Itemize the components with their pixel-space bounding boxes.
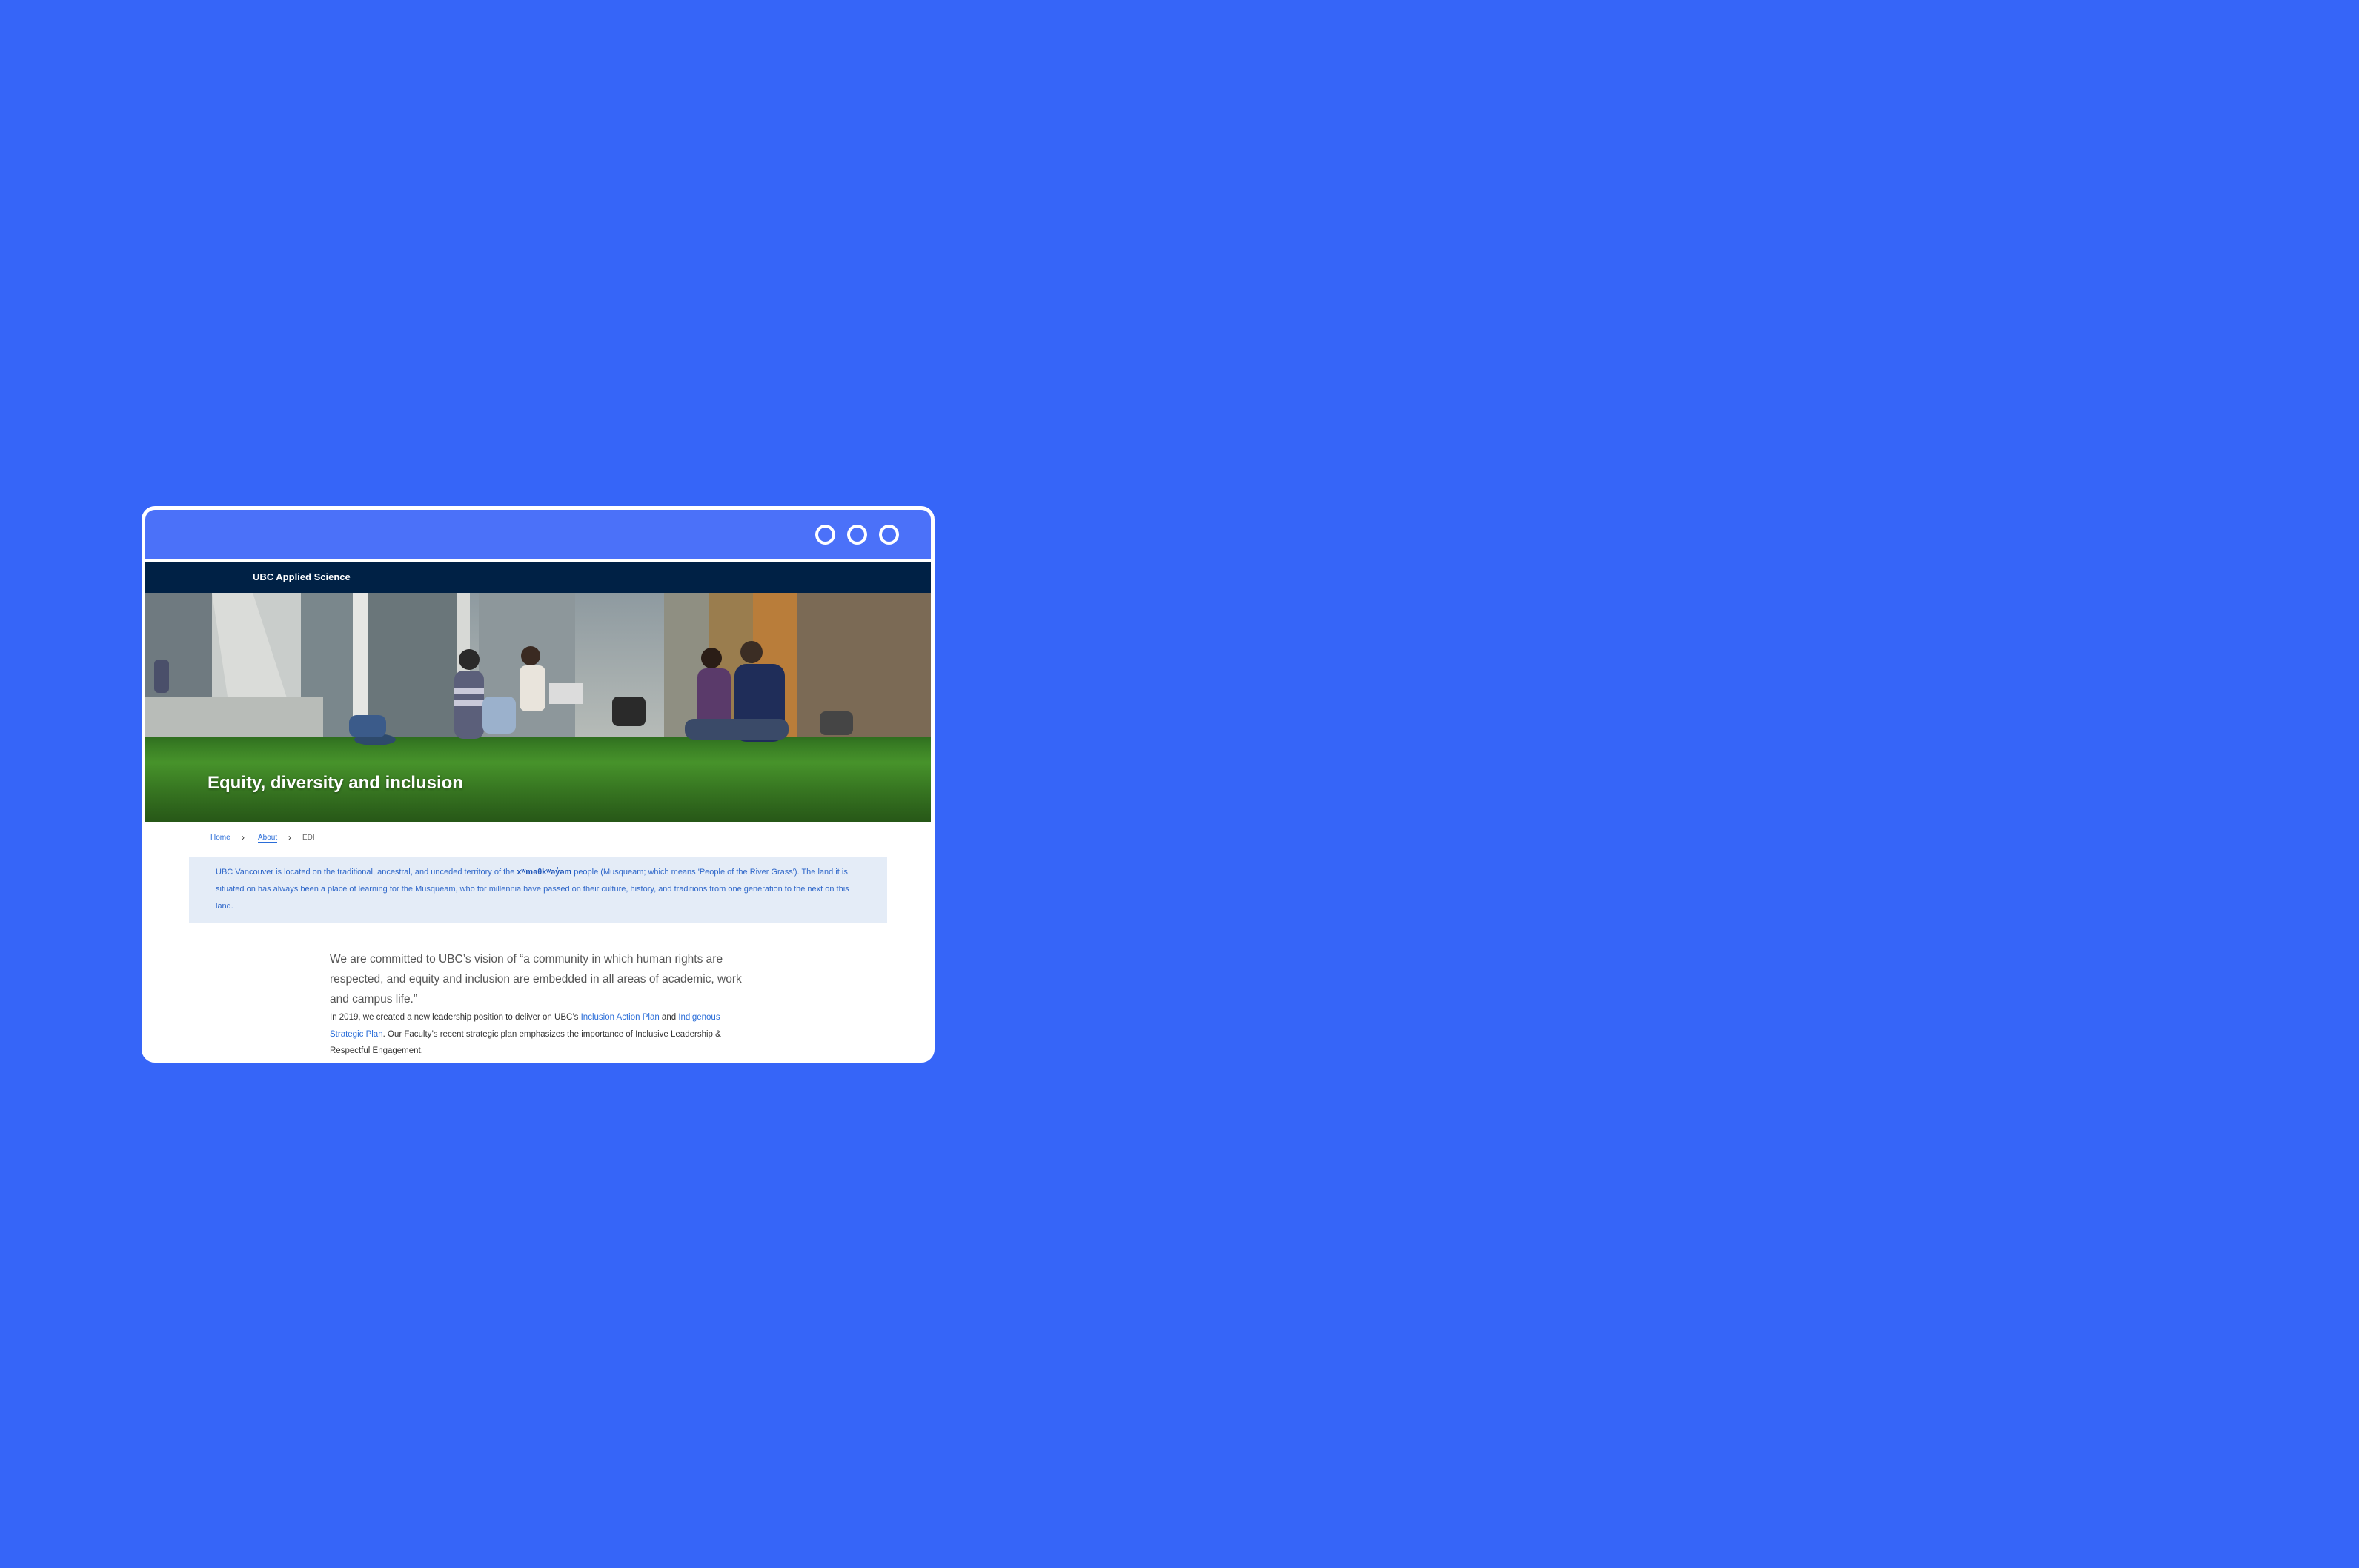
- site-brand-link[interactable]: UBC Applied Science: [253, 571, 351, 582]
- window-control-circle-icon[interactable]: [879, 525, 899, 545]
- inclusion-action-plan-link[interactable]: Inclusion Action Plan: [581, 1013, 660, 1022]
- chevron-right-icon: ›: [288, 832, 291, 843]
- acknowledgement-nation: xʷməθkʷəy̓əm: [517, 868, 572, 877]
- chevron-right-icon: ›: [242, 832, 245, 843]
- page-title: Equity, diversity and inclusion: [208, 773, 463, 793]
- breadcrumb-about-link[interactable]: About: [258, 834, 278, 843]
- body-paragraph: In 2019, we created a new leadership pos…: [330, 1009, 745, 1059]
- land-acknowledgement: UBC Vancouver is located on the traditio…: [189, 857, 887, 923]
- window-control-circle-icon[interactable]: [847, 525, 867, 545]
- vision-quote: We are committed to UBC’s vision of “a c…: [330, 953, 742, 1006]
- site-header: UBC Applied Science: [145, 562, 931, 593]
- window-titlebar: [145, 510, 931, 562]
- paragraph-text: and: [659, 1013, 679, 1022]
- paragraph-text: . Our Faculty’s recent strategic plan em…: [330, 1029, 721, 1056]
- paragraph-text: In 2019, we created a new leadership pos…: [330, 1013, 581, 1022]
- main-content: We are committed to UBC’s vision of “a c…: [330, 949, 745, 1059]
- browser-window: UBC Applied Science Equity, diversity an…: [142, 506, 935, 1063]
- window-control-circle-icon[interactable]: [815, 525, 835, 545]
- breadcrumb-current: EDI: [302, 834, 315, 842]
- acknowledgement-text: UBC Vancouver is located on the traditio…: [216, 868, 517, 877]
- breadcrumb: Home › About › EDI: [145, 822, 931, 851]
- hero-banner: Equity, diversity and inclusion: [145, 593, 931, 822]
- breadcrumb-home-link[interactable]: Home: [210, 834, 230, 842]
